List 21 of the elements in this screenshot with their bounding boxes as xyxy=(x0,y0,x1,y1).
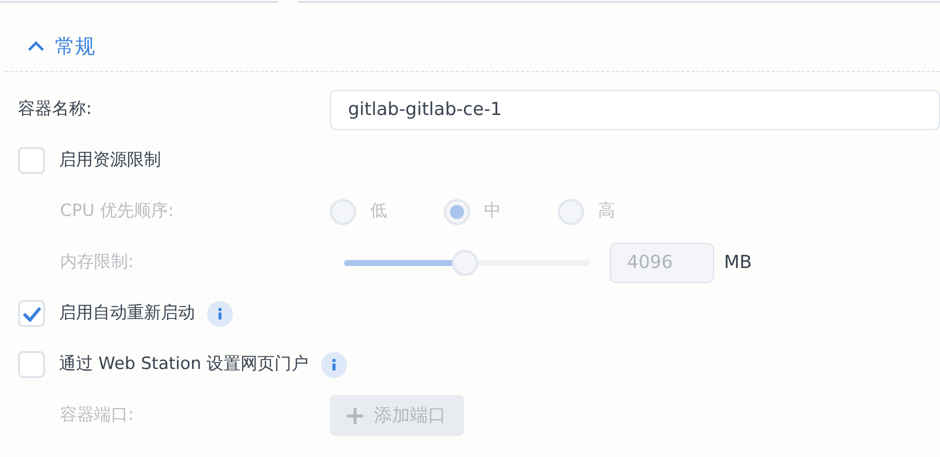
field-label: CPU 优先顺序: xyxy=(60,200,175,223)
radio-label: 低 xyxy=(370,200,387,223)
unit-label: MB xyxy=(724,251,752,275)
field-label: 内存限制: xyxy=(60,250,135,274)
checkbox[interactable] xyxy=(18,147,45,174)
section-title[interactable]: 常规 xyxy=(55,31,95,61)
checkmark-icon xyxy=(22,306,42,322)
radio-label: 中 xyxy=(484,200,501,223)
checkbox[interactable] xyxy=(18,351,45,378)
checkbox-label: 启用自动重新启动 xyxy=(59,302,195,325)
radio-label: 高 xyxy=(598,200,615,223)
field-label: 容器端口: xyxy=(60,404,135,427)
name-input-field[interactable]: gitlab-gitlab-ce-1 xyxy=(330,90,940,130)
info-icon[interactable] xyxy=(207,300,233,326)
checkbox-label: 通过 Web Station 设置网页门户 xyxy=(59,352,309,376)
checkbox-label: 启用资源限制 xyxy=(59,148,161,172)
chevron-icon[interactable] xyxy=(27,40,45,52)
plus-icon xyxy=(346,406,364,424)
info-icon[interactable] xyxy=(320,352,347,378)
field-label: 容器名称: xyxy=(18,98,93,121)
checkbox[interactable] xyxy=(18,300,45,327)
